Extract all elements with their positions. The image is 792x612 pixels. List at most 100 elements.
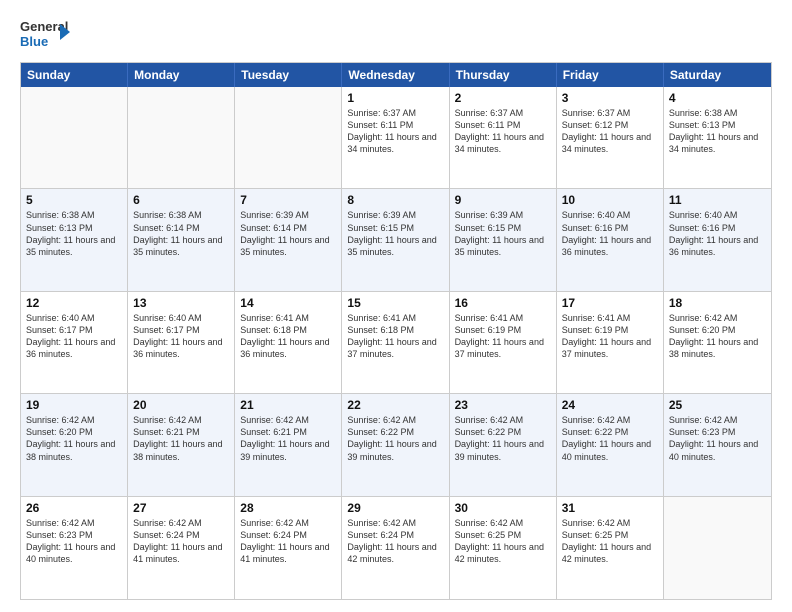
day-number: 10 <box>562 193 658 207</box>
header-day-thursday: Thursday <box>450 63 557 87</box>
calendar-week-2: 5 Sunrise: 6:38 AMSunset: 6:13 PMDaylight… <box>21 189 771 291</box>
calendar-day-13: 13 Sunrise: 6:40 AMSunset: 6:17 PMDayligh… <box>128 292 235 393</box>
logo-icon: GeneralBlue <box>20 16 70 52</box>
day-number: 30 <box>455 501 551 515</box>
day-info: Sunrise: 6:42 AMSunset: 6:21 PMDaylight:… <box>240 414 336 463</box>
day-number: 9 <box>455 193 551 207</box>
day-number: 26 <box>26 501 122 515</box>
calendar-empty-cell <box>128 87 235 188</box>
day-info: Sunrise: 6:39 AMSunset: 6:15 PMDaylight:… <box>347 209 443 258</box>
day-number: 22 <box>347 398 443 412</box>
calendar-day-6: 6 Sunrise: 6:38 AMSunset: 6:14 PMDaylight… <box>128 189 235 290</box>
calendar-day-17: 17Sunrise: 6:41 AMSunset: 6:19 PMDayligh… <box>557 292 664 393</box>
calendar-day-12: 12Sunrise: 6:40 AMSunset: 6:17 PMDayligh… <box>21 292 128 393</box>
day-number: 7 <box>240 193 336 207</box>
calendar-day-2: 2Sunrise: 6:37 AMSunset: 6:11 PMDaylight… <box>450 87 557 188</box>
calendar-day-7: 7 Sunrise: 6:39 AMSunset: 6:14 PMDaylight… <box>235 189 342 290</box>
calendar-day-3: 3 Sunrise: 6:37 AMSunset: 6:12 PMDaylight… <box>557 87 664 188</box>
calendar-day-20: 20 Sunrise: 6:42 AMSunset: 6:21 PMDayligh… <box>128 394 235 495</box>
calendar-day-22: 22 Sunrise: 6:42 AMSunset: 6:22 PMDayligh… <box>342 394 449 495</box>
calendar-day-30: 30 Sunrise: 6:42 AMSunset: 6:25 PMDayligh… <box>450 497 557 599</box>
day-info: Sunrise: 6:40 AMSunset: 6:16 PMDaylight:… <box>669 209 766 258</box>
day-info: Sunrise: 6:37 AMSunset: 6:12 PMDaylight:… <box>562 107 658 156</box>
day-info: Sunrise: 6:42 AMSunset: 6:25 PMDaylight:… <box>562 517 658 566</box>
calendar-day-15: 15 Sunrise: 6:41 AMSunset: 6:18 PMDayligh… <box>342 292 449 393</box>
calendar-day-10: 10Sunrise: 6:40 AMSunset: 6:16 PMDayligh… <box>557 189 664 290</box>
calendar-week-1: 1 Sunrise: 6:37 AMSunset: 6:11 PMDaylight… <box>21 87 771 189</box>
day-number: 24 <box>562 398 658 412</box>
day-number: 31 <box>562 501 658 515</box>
calendar-day-18: 18Sunrise: 6:42 AMSunset: 6:20 PMDayligh… <box>664 292 771 393</box>
calendar-day-23: 23 Sunrise: 6:42 AMSunset: 6:22 PMDayligh… <box>450 394 557 495</box>
day-info: Sunrise: 6:42 AMSunset: 6:24 PMDaylight:… <box>347 517 443 566</box>
calendar-week-3: 12 Sunrise: 6:40 AMSunset: 6:17 PMDayligh… <box>21 292 771 394</box>
day-info: Sunrise: 6:41 AMSunset: 6:19 PMDaylight:… <box>455 312 551 361</box>
day-number: 16 <box>455 296 551 310</box>
day-number: 17 <box>562 296 658 310</box>
day-number: 19 <box>26 398 122 412</box>
calendar-day-31: 31 Sunrise: 6:42 AMSunset: 6:25 PMDayligh… <box>557 497 664 599</box>
day-number: 25 <box>669 398 766 412</box>
day-number: 15 <box>347 296 443 310</box>
calendar-day-25: 25 Sunrise: 6:42 AMSunset: 6:23 PMDayligh… <box>664 394 771 495</box>
calendar-week-5: 26 Sunrise: 6:42 AMSunset: 6:23 PMDayligh… <box>21 497 771 599</box>
calendar-day-21: 21 Sunrise: 6:42 AMSunset: 6:21 PMDayligh… <box>235 394 342 495</box>
day-info: Sunrise: 6:42 AMSunset: 6:23 PMDaylight:… <box>26 517 122 566</box>
day-number: 8 <box>347 193 443 207</box>
day-number: 3 <box>562 91 658 105</box>
day-info: Sunrise: 6:39 AMSunset: 6:14 PMDaylight:… <box>240 209 336 258</box>
day-number: 13 <box>133 296 229 310</box>
calendar-body: 1 Sunrise: 6:37 AMSunset: 6:11 PMDaylight… <box>21 87 771 599</box>
day-number: 1 <box>347 91 443 105</box>
header-day-sunday: Sunday <box>21 63 128 87</box>
calendar-day-16: 16 Sunrise: 6:41 AMSunset: 6:19 PMDayligh… <box>450 292 557 393</box>
day-info: Sunrise: 6:42 AMSunset: 6:25 PMDaylight:… <box>455 517 551 566</box>
day-info: Sunrise: 6:40 AMSunset: 6:17 PMDaylight:… <box>133 312 229 361</box>
day-info: Sunrise: 6:38 AMSunset: 6:13 PMDaylight:… <box>26 209 122 258</box>
day-number: 12 <box>26 296 122 310</box>
day-info: Sunrise: 6:42 AMSunset: 6:24 PMDaylight:… <box>133 517 229 566</box>
calendar-day-1: 1Sunrise: 6:37 AMSunset: 6:11 PMDaylight… <box>342 87 449 188</box>
calendar: SundayMondayTuesdayWednesdayThursdayFrid… <box>20 62 772 600</box>
day-info: Sunrise: 6:41 AMSunset: 6:18 PMDaylight:… <box>347 312 443 361</box>
day-info: Sunrise: 6:38 AMSunset: 6:14 PMDaylight:… <box>133 209 229 258</box>
calendar-day-28: 28Sunrise: 6:42 AMSunset: 6:24 PMDayligh… <box>235 497 342 599</box>
day-info: Sunrise: 6:42 AMSunset: 6:22 PMDaylight:… <box>455 414 551 463</box>
day-number: 29 <box>347 501 443 515</box>
calendar-header: SundayMondayTuesdayWednesdayThursdayFrid… <box>21 63 771 87</box>
day-number: 18 <box>669 296 766 310</box>
day-info: Sunrise: 6:42 AMSunset: 6:21 PMDaylight:… <box>133 414 229 463</box>
day-info: Sunrise: 6:41 AMSunset: 6:18 PMDaylight:… <box>240 312 336 361</box>
day-number: 6 <box>133 193 229 207</box>
day-info: Sunrise: 6:42 AMSunset: 6:20 PMDaylight:… <box>26 414 122 463</box>
calendar-day-9: 9Sunrise: 6:39 AMSunset: 6:15 PMDaylight… <box>450 189 557 290</box>
calendar-day-27: 27 Sunrise: 6:42 AMSunset: 6:24 PMDayligh… <box>128 497 235 599</box>
header-day-saturday: Saturday <box>664 63 771 87</box>
day-info: Sunrise: 6:42 AMSunset: 6:22 PMDaylight:… <box>562 414 658 463</box>
calendar-day-26: 26 Sunrise: 6:42 AMSunset: 6:23 PMDayligh… <box>21 497 128 599</box>
day-info: Sunrise: 6:42 AMSunset: 6:22 PMDaylight:… <box>347 414 443 463</box>
day-number: 27 <box>133 501 229 515</box>
day-number: 11 <box>669 193 766 207</box>
day-number: 23 <box>455 398 551 412</box>
day-number: 28 <box>240 501 336 515</box>
calendar-empty-cell <box>235 87 342 188</box>
calendar-day-11: 11 Sunrise: 6:40 AMSunset: 6:16 PMDayligh… <box>664 189 771 290</box>
calendar-day-29: 29 Sunrise: 6:42 AMSunset: 6:24 PMDayligh… <box>342 497 449 599</box>
calendar-day-5: 5 Sunrise: 6:38 AMSunset: 6:13 PMDaylight… <box>21 189 128 290</box>
calendar-empty-cell <box>21 87 128 188</box>
day-number: 5 <box>26 193 122 207</box>
day-number: 14 <box>240 296 336 310</box>
calendar-empty-cell <box>664 497 771 599</box>
header-day-tuesday: Tuesday <box>235 63 342 87</box>
day-info: Sunrise: 6:37 AMSunset: 6:11 PMDaylight:… <box>455 107 551 156</box>
calendar-day-8: 8 Sunrise: 6:39 AMSunset: 6:15 PMDaylight… <box>342 189 449 290</box>
header-day-monday: Monday <box>128 63 235 87</box>
day-number: 20 <box>133 398 229 412</box>
calendar-day-24: 24 Sunrise: 6:42 AMSunset: 6:22 PMDayligh… <box>557 394 664 495</box>
page: GeneralBlue SundayMondayTuesdayWednesday… <box>0 0 792 612</box>
logo: GeneralBlue <box>20 16 70 52</box>
day-number: 21 <box>240 398 336 412</box>
calendar-day-19: 19 Sunrise: 6:42 AMSunset: 6:20 PMDayligh… <box>21 394 128 495</box>
day-info: Sunrise: 6:42 AMSunset: 6:23 PMDaylight:… <box>669 414 766 463</box>
